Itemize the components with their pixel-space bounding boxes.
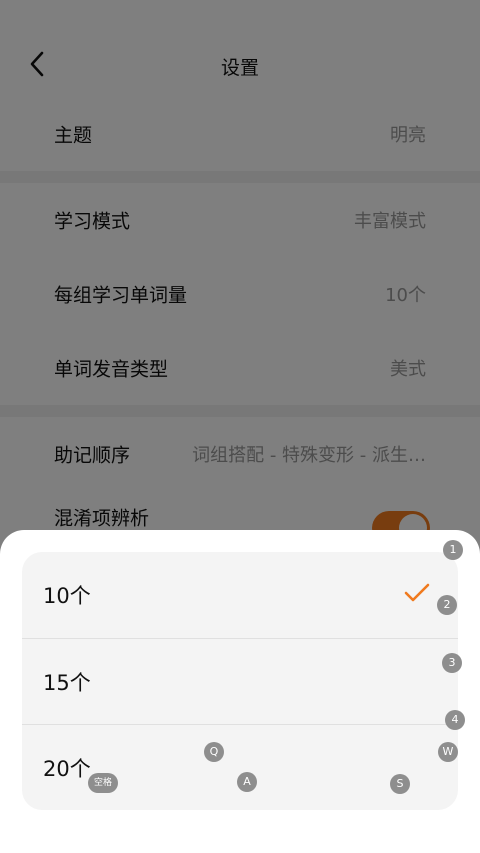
key-hint-badge-space: 空格 <box>88 773 118 793</box>
option-label: 10个 <box>43 584 91 608</box>
key-hint-badge-w: W <box>438 742 458 762</box>
key-hint-badge-s: S <box>390 774 410 794</box>
bottom-sheet: 10个 15个 20个 <box>0 530 480 853</box>
key-hint-badge-a: A <box>237 772 257 792</box>
key-hint-badge-q: Q <box>204 742 224 762</box>
option-list: 10个 15个 20个 <box>22 552 458 810</box>
key-hint-badge-3: 3 <box>442 653 462 673</box>
key-hint-badge-2: 2 <box>437 595 457 615</box>
key-hint-badge-1: 1 <box>443 540 463 560</box>
option-label: 20个 <box>43 757 91 781</box>
option-20[interactable]: 20个 <box>22 725 458 810</box>
option-label: 15个 <box>43 671 91 695</box>
key-hint-badge-4: 4 <box>445 710 465 730</box>
option-15[interactable]: 15个 <box>22 639 458 725</box>
option-10[interactable]: 10个 <box>22 552 458 638</box>
checkmark-icon <box>404 583 430 607</box>
